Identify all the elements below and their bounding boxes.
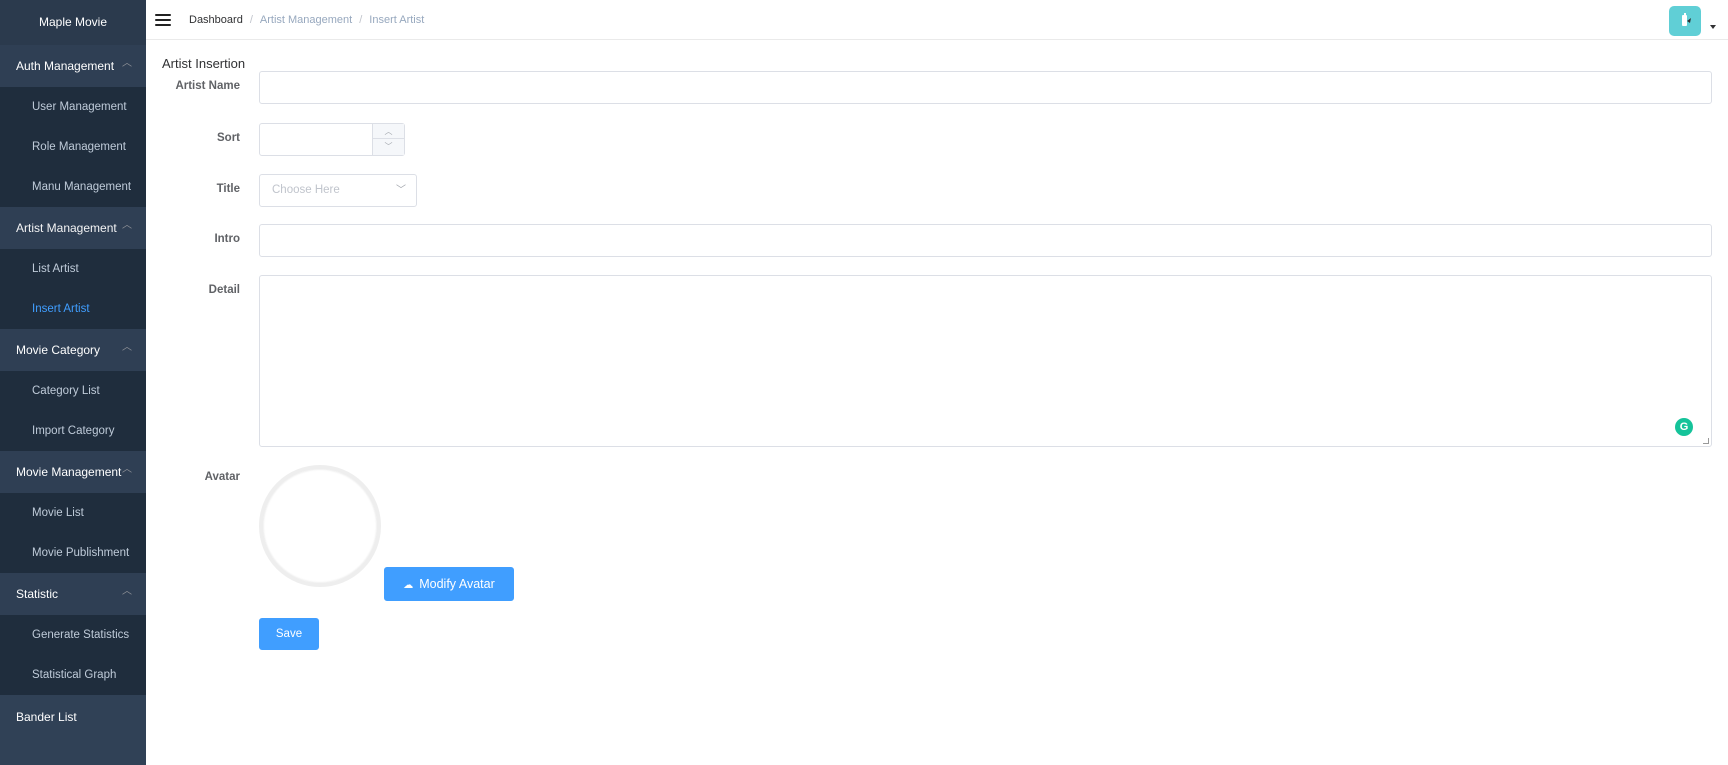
artist-name-label: Artist Name	[175, 80, 240, 92]
artist-name-input[interactable]	[259, 71, 1712, 104]
grammarly-icon[interactable]: G	[1675, 418, 1693, 436]
form-row-detail: Detail G	[146, 275, 1728, 447]
breadcrumb: Dashboard / Artist Management / Insert A…	[189, 14, 424, 26]
chevron-up-icon: ︿	[122, 58, 132, 69]
intro-input[interactable]	[259, 224, 1712, 257]
form-row-sort: Sort ︿ ﹀	[146, 123, 1728, 156]
breadcrumb-item-dashboard[interactable]: Dashboard	[189, 14, 243, 26]
menu-group-auth-management: Auth Management ︿ User Management Role M…	[0, 45, 146, 207]
breadcrumb-separator: /	[359, 13, 363, 26]
sidebar-item-statistical-graph[interactable]: Statistical Graph	[0, 655, 146, 695]
menu-group-movie-category: Movie Category ︿ Category List Import Ca…	[0, 329, 146, 451]
form-row-avatar: Avatar	[146, 465, 1728, 587]
menu-group-header-movie-category[interactable]: Movie Category ︿	[0, 329, 146, 371]
title-label: Title	[216, 183, 240, 195]
form-row-title: Title Choose Here ﹀	[146, 174, 1728, 207]
main-content: Artist Insertion Artist Name Sort ︿ ﹀ Ti…	[146, 40, 1728, 765]
detail-textarea[interactable]: G	[259, 275, 1712, 447]
sort-label: Sort	[217, 132, 240, 144]
avatar-label: Avatar	[204, 471, 240, 483]
menu-group-label: Movie Management	[16, 465, 122, 479]
intro-label: Intro	[214, 233, 240, 245]
menu-group-label: Statistic	[16, 587, 59, 601]
menu-group-header-movie-management[interactable]: Movie Management ︿	[0, 451, 146, 493]
menu-group-label: Movie Category	[16, 343, 101, 357]
sidebar-item-movie-publishment[interactable]: Movie Publishment	[0, 533, 146, 573]
sidebar-item-user-management[interactable]: User Management	[0, 87, 146, 127]
sidebar-item-manu-management[interactable]: Manu Management	[0, 167, 146, 207]
cloud-upload-icon: ☁	[403, 580, 414, 591]
decrement-icon[interactable]: ﹀	[373, 139, 404, 154]
form-row-artist-name: Artist Name	[146, 71, 1728, 104]
top-navbar: Dashboard / Artist Management / Insert A…	[146, 0, 1728, 40]
modify-avatar-button[interactable]: ☁ Modify Avatar	[384, 567, 514, 601]
form-row-intro: Intro	[146, 224, 1728, 257]
app-logo[interactable]: Maple Movie	[0, 0, 146, 45]
chevron-up-icon: ︿	[122, 342, 132, 353]
save-button[interactable]: Save	[259, 618, 319, 650]
hamburger-icon[interactable]	[155, 13, 171, 26]
menu-group-statistic: Statistic ︿ Generate Statistics Statisti…	[0, 573, 146, 695]
detail-label: Detail	[208, 284, 240, 296]
chevron-up-icon: ︿	[122, 464, 132, 475]
chevron-down-icon: ﹀	[396, 185, 406, 196]
resize-handle-icon[interactable]	[1703, 438, 1709, 444]
avatar-preview	[259, 465, 381, 587]
increment-icon[interactable]: ︿	[373, 124, 404, 139]
menu-group-label: Artist Management	[16, 221, 117, 235]
breadcrumb-item-artist-management: Artist Management	[259, 13, 353, 26]
sort-stepper-arrows: ︿ ﹀	[372, 124, 404, 155]
modify-avatar-label: Modify Avatar	[419, 577, 495, 591]
sidebar-item-insert-artist[interactable]: Insert Artist	[0, 289, 146, 329]
sidebar-item-movie-list[interactable]: Movie List	[0, 493, 146, 533]
menu-group-artist-management: Artist Management ︿ List Artist Insert A…	[0, 207, 146, 329]
breadcrumb-item-insert-artist: Insert Artist	[369, 13, 425, 26]
sort-number-input[interactable]: ︿ ﹀	[259, 123, 405, 156]
title-select[interactable]: Choose Here ﹀	[259, 174, 417, 207]
user-avatar[interactable]	[1669, 6, 1701, 36]
menu-group-header-artist-management[interactable]: Artist Management ︿	[0, 207, 146, 249]
form-title: Artist Insertion	[162, 56, 246, 71]
user-avatar-icon	[1682, 13, 1691, 26]
menu-group-header-statistic[interactable]: Statistic ︿	[0, 573, 146, 615]
sidebar-item-list-artist[interactable]: List Artist	[0, 249, 146, 289]
title-select-placeholder: Choose Here	[272, 184, 340, 196]
menu-group-label: Auth Management	[16, 59, 115, 73]
sidebar-item-category-list[interactable]: Category List	[0, 371, 146, 411]
sidebar: Maple Movie Auth Management ︿ User Manag…	[0, 0, 146, 765]
caret-down-icon[interactable]	[1710, 25, 1716, 29]
sidebar-item-import-category[interactable]: Import Category	[0, 411, 146, 451]
chevron-up-icon: ︿	[122, 586, 132, 597]
menu-group-movie-management: Movie Management ︿ Movie List Movie Publ…	[0, 451, 146, 573]
sidebar-item-bander-list[interactable]: Bander List	[0, 695, 146, 739]
menu-group-header-auth-management[interactable]: Auth Management ︿	[0, 45, 146, 87]
breadcrumb-separator: /	[249, 13, 253, 26]
chevron-up-icon: ︿	[122, 220, 132, 231]
sidebar-item-role-management[interactable]: Role Management	[0, 127, 146, 167]
sidebar-item-generate-statistics[interactable]: Generate Statistics	[0, 615, 146, 655]
